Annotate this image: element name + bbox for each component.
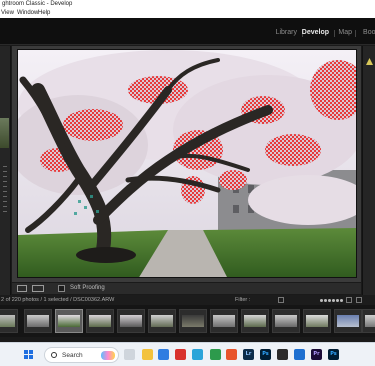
file-explorer-icon[interactable] xyxy=(142,349,153,360)
filmstrip-status: 2 of 220 photos / 1 selected / DSC00362.… xyxy=(1,297,115,303)
navigator-preview[interactable] xyxy=(0,118,9,148)
os-taskbar: Search Lr Ps Pr Ps xyxy=(0,342,375,366)
photoshop-2-icon[interactable]: Ps xyxy=(328,349,339,360)
filmstrip-thumb[interactable] xyxy=(303,309,331,333)
filmstrip-thumb[interactable] xyxy=(117,309,145,333)
filter-color-icon[interactable] xyxy=(346,297,352,303)
office-icon[interactable] xyxy=(175,349,186,360)
filmstrip-thumb[interactable] xyxy=(362,309,375,333)
clipping-warning-icon[interactable] xyxy=(366,58,373,65)
filter-label: Filter : xyxy=(235,297,251,303)
develop-toolbar: Soft Proofing xyxy=(12,282,361,294)
filmstrip[interactable] xyxy=(0,305,375,337)
window-title: ghtroom Classic - Develop xyxy=(0,0,375,8)
filmstrip-thumb[interactable] xyxy=(148,309,176,333)
photoshop-icon[interactable]: Ps xyxy=(260,349,271,360)
photo-preview[interactable] xyxy=(17,49,357,278)
search-highlight-icon xyxy=(101,351,115,360)
filmstrip-thumb[interactable] xyxy=(272,309,300,333)
taskbar-search[interactable]: Search xyxy=(44,347,119,363)
menu-view[interactable]: View xyxy=(1,8,14,18)
terminal-icon[interactable] xyxy=(277,349,288,360)
rating-filter[interactable] xyxy=(320,298,344,304)
filmstrip-thumb-selected[interactable] xyxy=(55,309,83,333)
filmstrip-thumb[interactable] xyxy=(179,309,207,333)
before-after-icon[interactable] xyxy=(32,285,44,292)
filter-lock-icon[interactable] xyxy=(356,297,362,303)
lightroom-classic-icon[interactable]: Lr xyxy=(243,349,254,360)
windows-start-icon[interactable] xyxy=(24,350,34,360)
menu-window[interactable]: Window xyxy=(17,8,38,18)
filter-flag-icon[interactable] xyxy=(278,297,284,303)
module-book[interactable]: Book xyxy=(363,28,375,38)
menu-help[interactable]: Help xyxy=(38,8,50,18)
module-picker-bar: Library Develop Map Book xyxy=(0,18,375,45)
image-canvas[interactable] xyxy=(12,46,361,282)
search-placeholder: Search xyxy=(62,352,83,359)
soft-proofing-checkbox[interactable] xyxy=(58,285,65,292)
module-map[interactable]: Map xyxy=(338,28,352,38)
settings-icon[interactable] xyxy=(294,349,305,360)
filmstrip-thumb[interactable] xyxy=(0,309,18,333)
filmstrip-thumb[interactable] xyxy=(24,309,52,333)
search-icon xyxy=(51,352,57,358)
task-view-icon[interactable] xyxy=(124,349,135,360)
menu-bar: View Window Help xyxy=(0,8,375,18)
soft-proofing-label: Soft Proofing xyxy=(70,285,105,291)
filmstrip-info-bar: 2 of 220 photos / 1 selected / DSC00362.… xyxy=(0,295,375,305)
filmstrip-thumb[interactable] xyxy=(86,309,114,333)
edge-icon[interactable] xyxy=(192,349,203,360)
right-panel xyxy=(362,46,375,296)
mail-icon[interactable] xyxy=(158,349,169,360)
filmstrip-thumb[interactable] xyxy=(210,309,238,333)
premiere-icon[interactable]: Pr xyxy=(311,349,322,360)
module-library[interactable]: Library xyxy=(276,28,297,38)
module-develop[interactable]: Develop xyxy=(302,28,329,38)
chrome-icon[interactable] xyxy=(210,349,221,360)
left-panel xyxy=(0,46,11,296)
filmstrip-thumb[interactable] xyxy=(334,309,362,333)
store-icon[interactable] xyxy=(226,349,237,360)
loupe-view-icon[interactable] xyxy=(17,285,27,292)
filmstrip-thumb[interactable] xyxy=(241,309,269,333)
